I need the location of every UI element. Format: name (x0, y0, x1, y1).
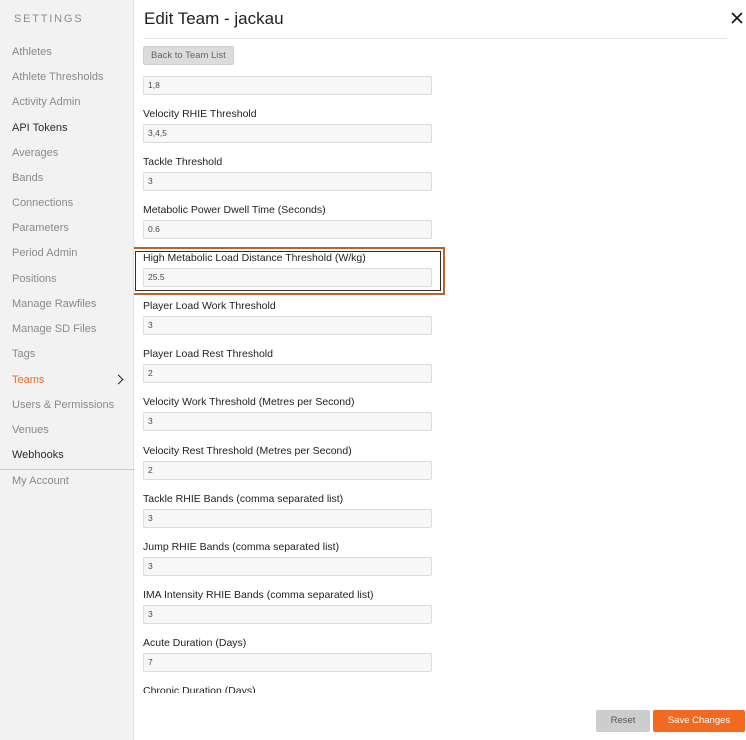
sidebar-item-my-account[interactable]: My Account (0, 469, 134, 494)
save-changes-button[interactable]: Save Changes (653, 710, 745, 732)
sidebar-item-webhooks[interactable]: Webhooks (0, 443, 134, 468)
sidebar-item-activity-admin[interactable]: Activity Admin (0, 90, 134, 115)
field-input[interactable]: 1,8 (143, 76, 432, 95)
field-input[interactable]: 7 (143, 653, 432, 672)
sidebar-item-manage-rawfiles[interactable]: Manage Rawfiles (0, 292, 134, 317)
field-label: Player Load Work Threshold (143, 300, 276, 312)
field-label: Velocity Rest Threshold (Metres per Seco… (143, 445, 352, 457)
page-title: Edit Team - jackau (144, 9, 284, 28)
settings-sidebar: SETTINGS Athletes Athlete Thresholds Act… (0, 0, 134, 740)
sidebar-item-bands[interactable]: Bands (0, 166, 134, 191)
close-icon[interactable] (730, 11, 744, 25)
field-label: Tackle RHIE Bands (comma separated list) (143, 493, 344, 505)
sidebar-item-positions[interactable]: Positions (0, 267, 134, 292)
form-scroll-area[interactable]: 1,8 Velocity RHIE Threshold 3,4,5 Tackle… (134, 73, 746, 693)
field-label: Chronic Duration (Days) (143, 685, 256, 693)
field-input[interactable]: 3,4,5 (143, 124, 432, 143)
field-input[interactable]: 3 (143, 557, 432, 576)
field-input[interactable]: 2 (143, 364, 432, 383)
sidebar-item-label: Teams (12, 374, 45, 386)
sidebar-item-manage-sd-files[interactable]: Manage SD Files (0, 317, 134, 342)
field-input[interactable]: 3 (143, 316, 432, 335)
field-label: Tackle Threshold (143, 156, 223, 168)
field-label: High Metabolic Load Distance Threshold (… (143, 252, 366, 264)
field-input[interactable]: 3 (143, 605, 432, 624)
sidebar-item-tags[interactable]: Tags (0, 342, 134, 367)
sidebar-item-period-admin[interactable]: Period Admin (0, 241, 134, 266)
sidebar-item-users-permissions[interactable]: Users & Permissions (0, 393, 134, 418)
sidebar-item-athletes[interactable]: Athletes (0, 40, 134, 65)
sidebar-item-api-tokens[interactable]: API Tokens (0, 116, 134, 141)
field-input[interactable]: 3 (143, 412, 432, 431)
field-label: Jump RHIE Bands (comma separated list) (143, 541, 340, 553)
back-to-team-list-button[interactable]: Back to Team List (143, 46, 234, 65)
sidebar-item-averages[interactable]: Averages (0, 141, 134, 166)
field-label: IMA Intensity RHIE Bands (comma separate… (143, 589, 374, 601)
field-input[interactable]: 25.5 (143, 268, 432, 287)
field-label: Velocity Work Threshold (Metres per Seco… (143, 396, 355, 408)
sidebar-item-athlete-thresholds[interactable]: Athlete Thresholds (0, 65, 134, 90)
sidebar-item-connections[interactable]: Connections (0, 191, 134, 216)
field-input[interactable]: 3 (143, 509, 432, 528)
field-label: Metabolic Power Dwell Time (Seconds) (143, 204, 326, 216)
field-input[interactable]: 2 (143, 461, 432, 480)
reset-button[interactable]: Reset (596, 710, 650, 732)
sidebar-item-parameters[interactable]: Parameters (0, 216, 134, 241)
sidebar-heading: SETTINGS (14, 13, 84, 25)
field-label: Player Load Rest Threshold (143, 348, 273, 360)
field-input[interactable]: 0.6 (143, 220, 432, 239)
field-label: Acute Duration (Days) (143, 637, 247, 649)
sidebar-item-teams[interactable]: Teams (0, 368, 134, 393)
chevron-right-icon (113, 374, 124, 385)
sidebar-item-venues[interactable]: Venues (0, 418, 134, 443)
field-input[interactable]: 3 (143, 172, 432, 191)
edit-team-panel: Edit Team - jackau Back to Team List 1,8… (134, 0, 746, 740)
title-divider (144, 38, 727, 39)
field-label: Velocity RHIE Threshold (143, 108, 257, 120)
